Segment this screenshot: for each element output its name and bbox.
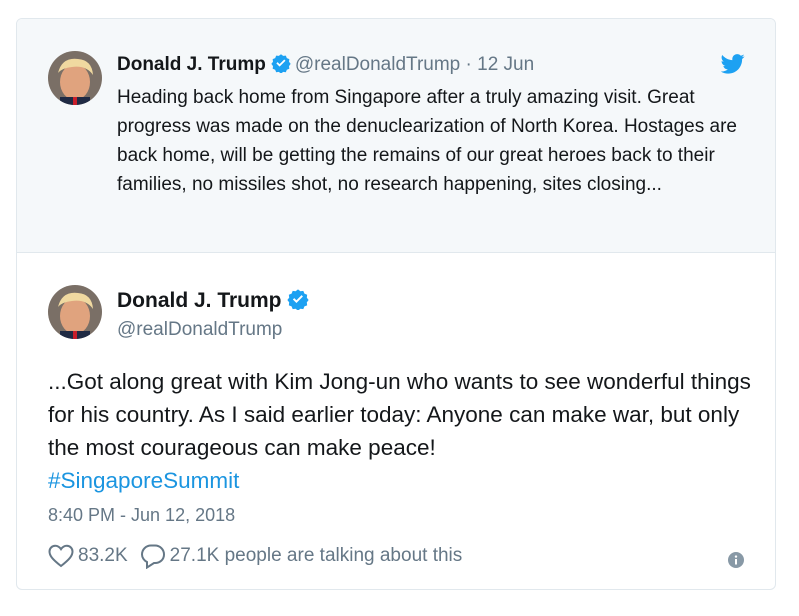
verified-badge-icon — [271, 53, 291, 80]
tweet-actions: 83.2K 27.1K people are talking about thi… — [48, 543, 462, 569]
avatar[interactable] — [48, 51, 102, 105]
hashtag-link[interactable]: #SingaporeSummit — [48, 468, 239, 493]
parent-tweet-text: Heading back home from Singapore after a… — [117, 87, 737, 195]
twitter-bird-icon[interactable] — [720, 54, 745, 79]
author-handle[interactable]: @realDonaldTrump — [117, 318, 313, 342]
author-handle[interactable]: @realDonaldTrump — [295, 54, 460, 75]
tweet-timestamp[interactable]: 8:40 PM - Jun 12, 2018 — [48, 505, 235, 526]
reply-summary-link[interactable]: 27.1K people are talking about this — [170, 545, 463, 567]
main-tweet-text: ...Got along great with Kim Jong-un who … — [48, 365, 758, 497]
like-count[interactable]: 83.2K — [78, 545, 128, 567]
author-name[interactable]: Donald J. Trump — [117, 289, 282, 312]
parent-tweet-header: Donald J. Trump @realDonaldTrump · 12 Jun — [117, 53, 534, 80]
author-name[interactable]: Donald J. Trump — [117, 54, 266, 75]
heart-icon[interactable] — [48, 544, 74, 568]
tweet-date[interactable]: 12 Jun — [477, 54, 534, 75]
separator-dot: · — [465, 54, 472, 75]
author-name-row: Donald J. Trump — [117, 287, 313, 318]
avatar[interactable] — [48, 285, 102, 339]
tweet-embed-card: Donald J. Trump @realDonaldTrump · 12 Jun… — [16, 18, 776, 590]
tweet-body: ...Got along great with Kim Jong-un who … — [48, 369, 751, 460]
verified-badge-icon — [286, 288, 309, 318]
main-tweet-author: Donald J. Trump @realDonaldTrump — [117, 287, 313, 342]
speech-bubble-icon[interactable] — [140, 543, 166, 569]
parent-tweet[interactable]: Donald J. Trump @realDonaldTrump · 12 Jun… — [17, 19, 775, 253]
info-icon[interactable] — [728, 552, 744, 573]
